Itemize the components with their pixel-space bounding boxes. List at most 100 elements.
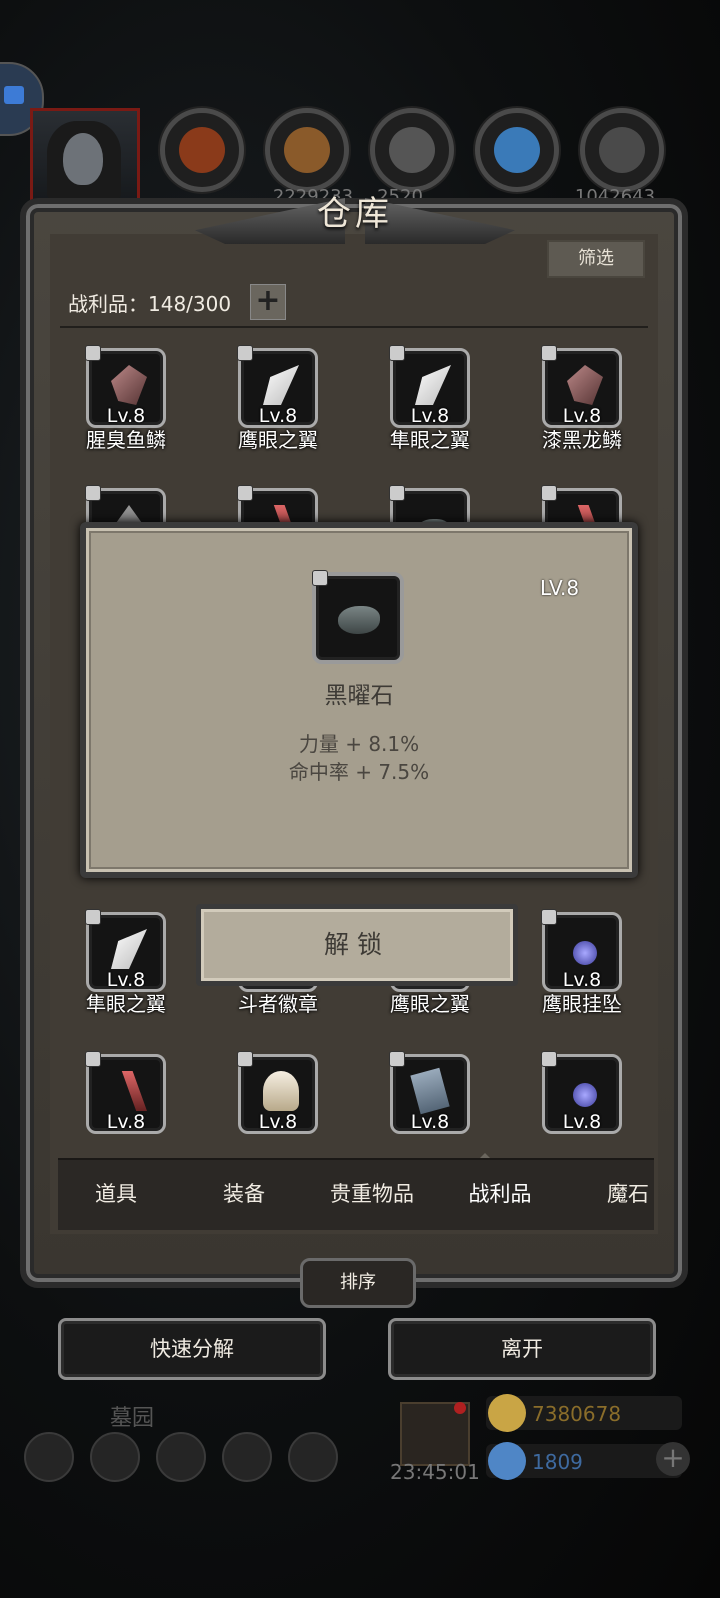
- lock-icon: [85, 345, 101, 361]
- iron-icon[interactable]: [580, 108, 664, 192]
- item-level: Lv.8: [410, 1111, 450, 1133]
- grid-item[interactable]: Lv.8 漆黑龙鳞: [541, 345, 622, 452]
- gem-value: 1809: [532, 1450, 583, 1474]
- gold-coin-icon: [488, 1394, 526, 1432]
- grid-item[interactable]: Lv.8 鹰眼挂坠: [541, 909, 622, 1016]
- lock-icon: [389, 345, 405, 361]
- item-name: 鹰眼之翼: [238, 428, 318, 452]
- lock-icon: [237, 345, 253, 361]
- iron-icon-fill: [599, 127, 645, 173]
- popup-level: LV.8: [540, 576, 580, 600]
- wing-icon: [415, 365, 451, 405]
- unlock-button[interactable]: 解锁: [196, 904, 518, 986]
- tab-loot[interactable]: 战利品: [440, 1178, 560, 1208]
- grid-item[interactable]: Lv.8: [389, 1051, 470, 1134]
- expand-capacity-button[interactable]: +: [250, 284, 286, 320]
- grid-item[interactable]: Lv.8 鹰眼之翼: [237, 345, 318, 452]
- item-level: Lv.8: [562, 1111, 602, 1133]
- tab-equipment[interactable]: 装备: [184, 1178, 304, 1208]
- category-tabs: 道具 装备 贵重物品 战利品 魔石: [58, 1158, 654, 1230]
- grid-item[interactable]: Lv.8 隼眼之翼: [389, 345, 470, 452]
- grid-item[interactable]: Lv.8 腥臭鱼鳞: [85, 345, 166, 452]
- lock-icon: [389, 485, 405, 501]
- notification-dot: [454, 1402, 466, 1414]
- meat-icon-fill: [179, 127, 225, 173]
- hud-shop-icon[interactable]: [288, 1432, 338, 1482]
- lock-icon: [389, 1051, 405, 1067]
- item-slot: Lv.8: [237, 345, 318, 428]
- item-name: 腥臭鱼鳞: [86, 428, 166, 452]
- grid-item[interactable]: Lv.8: [85, 1051, 166, 1134]
- loot-count: 战利品：148/300: [68, 292, 232, 316]
- item-name: 隼眼之翼: [86, 992, 166, 1016]
- sort-button[interactable]: 排序: [300, 1258, 416, 1308]
- lock-icon: [541, 485, 557, 501]
- item-name: 漆黑龙鳞: [542, 428, 622, 452]
- lock-icon: [85, 909, 101, 925]
- book-icon: [410, 1067, 450, 1115]
- panel-title: 仓库: [317, 194, 393, 234]
- item-slot: Lv.8: [541, 909, 622, 992]
- lock-icon: [541, 1051, 557, 1067]
- grid-item[interactable]: Lv.8: [237, 1051, 318, 1134]
- hud-gear-icon[interactable]: [24, 1432, 74, 1482]
- lock-icon: [85, 1051, 101, 1067]
- add-gems-button[interactable]: +: [656, 1442, 690, 1476]
- filter-button[interactable]: 筛选: [547, 240, 645, 278]
- title-crest: 仓库: [195, 178, 515, 268]
- hud-map-icon[interactable]: [156, 1432, 206, 1482]
- pendant-icon: [573, 941, 597, 965]
- gold-value: 7380678: [532, 1402, 622, 1426]
- gem-icon: [488, 1442, 526, 1480]
- quick-decompose-button[interactable]: 快速分解: [58, 1318, 326, 1380]
- location-label: 墓园: [110, 1406, 155, 1431]
- item-detail-popup: LV.8 黑曜石 力量 + 8.1% 命中率 + 7.5%: [80, 522, 638, 878]
- leave-button[interactable]: 离开: [388, 1318, 656, 1380]
- grid-item[interactable]: Lv.8: [541, 1051, 622, 1134]
- item-name: 斗者徽章: [238, 992, 318, 1016]
- avatar-face: [63, 133, 103, 185]
- hud-mail-icon[interactable]: [222, 1432, 272, 1482]
- item-slot: Lv.8: [541, 1051, 622, 1134]
- wing-icon: [263, 365, 299, 405]
- item-slot: Lv.8: [389, 1051, 470, 1134]
- wing-icon: [111, 929, 147, 969]
- item-name: 鹰眼之翼: [390, 992, 470, 1016]
- player-avatar[interactable]: [30, 108, 140, 210]
- item-name: 鹰眼挂坠: [542, 992, 622, 1016]
- claw-icon: [121, 1071, 147, 1111]
- lock-icon: [85, 485, 101, 501]
- item-slot: Lv.8: [85, 909, 166, 992]
- lock-icon: [237, 1051, 253, 1067]
- obsidian-icon: [338, 606, 380, 634]
- lock-icon: [541, 345, 557, 361]
- item-slot: Lv.8: [85, 345, 166, 428]
- item-level: Lv.8: [258, 1111, 298, 1133]
- item-slot: Lv.8: [541, 345, 622, 428]
- pendant-icon: [573, 1083, 597, 1107]
- popup-stat: 力量 + 8.1%: [298, 732, 420, 756]
- divider: [60, 326, 648, 328]
- popup-item-name: 黑曜石: [324, 683, 394, 709]
- grid-item[interactable]: Lv.8 隼眼之翼: [85, 909, 166, 1016]
- gift-timer: 23:45:01: [390, 1460, 480, 1484]
- scale-icon: [111, 365, 147, 405]
- popup-item-slot: [312, 570, 404, 664]
- tab-items[interactable]: 道具: [56, 1178, 176, 1208]
- tab-magic-stone[interactable]: 魔石: [568, 1178, 688, 1208]
- lock-icon: [237, 485, 253, 501]
- hud-star-icon[interactable]: [90, 1432, 140, 1482]
- chat-icon: [4, 86, 24, 104]
- lock-icon: [312, 570, 328, 586]
- item-slot: Lv.8: [389, 345, 470, 428]
- item-name: 隼眼之翼: [390, 428, 470, 452]
- wood-icon-fill: [284, 127, 330, 173]
- popup-stat: 命中率 + 7.5%: [288, 760, 430, 784]
- stone-icon-fill: [389, 127, 435, 173]
- item-slot: Lv.8: [237, 1051, 318, 1134]
- item-level: Lv.8: [106, 1111, 146, 1133]
- scale-icon: [567, 365, 603, 405]
- tab-valuables[interactable]: 贵重物品: [312, 1178, 432, 1208]
- lock-icon: [541, 909, 557, 925]
- fur-icon: [263, 1071, 299, 1111]
